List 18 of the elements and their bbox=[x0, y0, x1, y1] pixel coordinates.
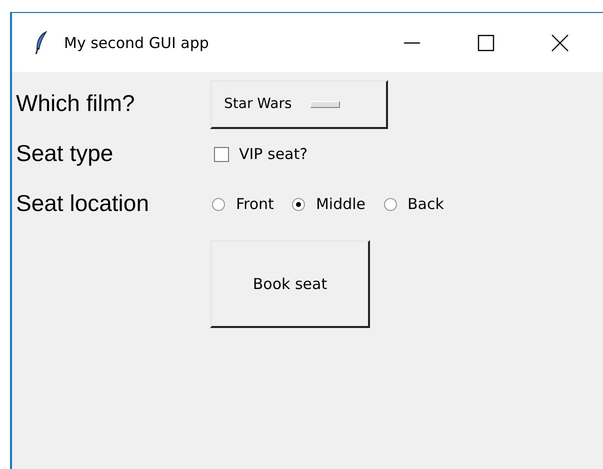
close-icon[interactable] bbox=[550, 32, 570, 52]
checkbox[interactable] bbox=[214, 146, 229, 162]
window-title: My second GUI app bbox=[64, 34, 209, 52]
feather-icon bbox=[34, 30, 48, 54]
book-seat-button[interactable]: Book seat bbox=[210, 240, 370, 328]
maximize-icon[interactable] bbox=[476, 32, 496, 52]
radio-button[interactable] bbox=[212, 198, 225, 210]
radio-label: Back bbox=[408, 195, 444, 213]
radio-button[interactable] bbox=[384, 198, 397, 210]
radio-label: Front bbox=[236, 195, 274, 213]
field-label: Seat location bbox=[16, 189, 150, 218]
radio-button[interactable] bbox=[292, 198, 305, 210]
field-label: Seat type bbox=[16, 139, 114, 168]
dropdown-indicator-icon bbox=[310, 100, 340, 108]
film-dropdown[interactable]: Star Wars bbox=[210, 80, 388, 128]
radio-label: Middle bbox=[316, 195, 366, 213]
checkbox-label: VIP seat? bbox=[239, 145, 308, 163]
field-label: Which film? bbox=[16, 89, 136, 118]
